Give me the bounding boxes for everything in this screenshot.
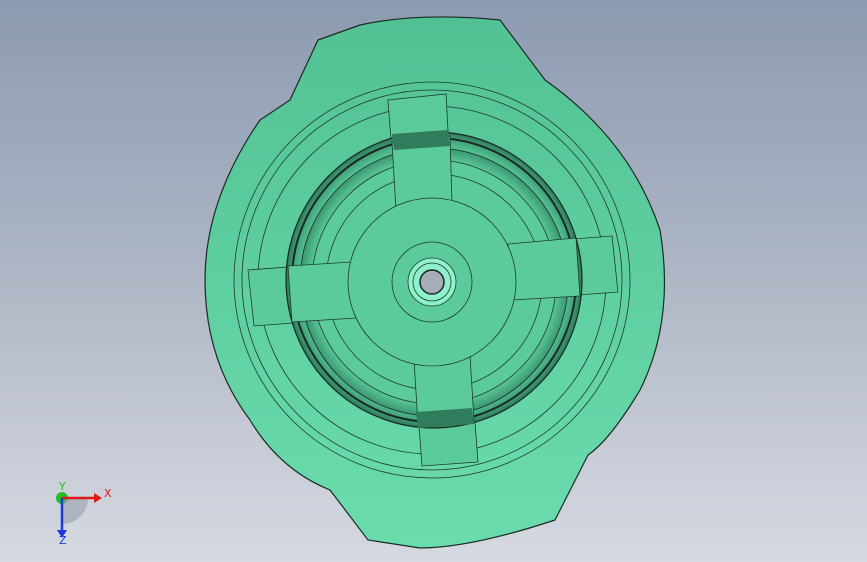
- triad-shadow: [62, 498, 88, 524]
- hub-hole[interactable]: [419, 269, 445, 295]
- cad-model-view[interactable]: [0, 0, 867, 562]
- spoke-left: [287, 261, 357, 323]
- z-axis-label: Z: [59, 534, 67, 546]
- coordinate-triad: X Y Z: [56, 480, 112, 546]
- y-axis-label: Y: [58, 480, 66, 493]
- x-axis-arrow: [94, 493, 102, 503]
- spoke-right: [507, 237, 581, 301]
- x-axis-label: X: [104, 487, 112, 500]
- 3d-viewport[interactable]: X Y Z: [0, 0, 867, 562]
